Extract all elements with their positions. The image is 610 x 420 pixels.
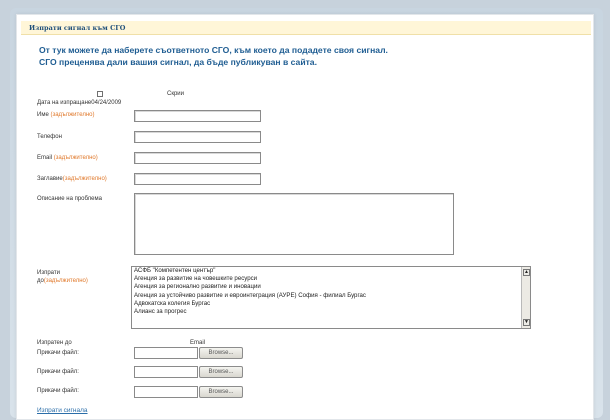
file-path-input-1[interactable] [134,347,198,359]
email-input[interactable] [134,152,261,164]
email-label: Email [37,155,53,161]
subject-input[interactable] [134,173,261,185]
submit-report-link[interactable]: Изпрати сигнала [37,407,88,414]
name-label: Име [37,112,49,118]
list-item[interactable]: Агенция за развитие на човешките ресурси [132,275,530,283]
description-textarea[interactable] [134,193,454,255]
date-row: Дата на изпращане04/24/2009 [37,99,121,107]
send-to-label-2: до [37,278,44,284]
list-item[interactable]: Адвокатска колегия Бургас [132,300,530,308]
phone-label: Телефон [37,134,62,140]
subject-label-wrap: Заглавие(задължително) [37,175,107,183]
subject-required: (задължително) [62,176,107,182]
name-label-wrap: Име (задължително) [37,111,95,119]
email-label-wrap: Email (задължително) [37,154,98,162]
email-column-label: Email [190,340,206,346]
listbox-scrollbar[interactable]: ▲ ▼ [521,267,530,328]
send-to-required: (задължително) [43,278,88,284]
file-path-input-3[interactable] [134,386,198,398]
name-required: (задължително) [50,112,95,118]
email-required: (задължително) [53,155,98,161]
file-path-input-2[interactable] [134,366,198,378]
scroll-down-icon[interactable]: ▼ [523,319,530,326]
attach-label-1: Прикачи файл: [37,350,79,356]
hide-label: Скрии [167,91,184,97]
organization-listbox[interactable]: АСФБ "Компетентен център" Агенция за раз… [131,266,531,329]
form-title: Изпрати сигнал към СГО [21,21,591,35]
sent-to-label: Изпратен до [37,340,72,346]
hide-checkbox[interactable] [97,91,103,97]
send-to-label-wrap: Изпрати до(задължително) [37,269,88,285]
list-item[interactable]: Агенция за регионално развитие и иноваци… [132,283,530,291]
date-value: 04/24/2009 [91,100,122,106]
browse-button-2[interactable]: Browse... [199,366,243,378]
list-item[interactable]: АСФБ "Компетентен център" [132,267,530,275]
intro-text: От тук можете да наберете съответното СГ… [39,45,579,68]
list-item[interactable]: Алианс за прогрес [132,308,530,316]
list-item[interactable]: Агенция за устойчиво развитие и евроинте… [132,292,530,300]
report-form-panel: Изпрати сигнал към СГО От тук можете да … [16,14,594,420]
date-label: Дата на изпращане [37,100,92,106]
phone-input[interactable] [134,131,261,143]
send-to-label: Изпрати [37,270,60,276]
name-input[interactable] [134,110,261,122]
intro-line-2: СГО преценява дали вашия сигнал, да бъде… [39,56,317,67]
attach-label-2: Прикачи файл: [37,369,79,375]
browse-button-3[interactable]: Browse... [199,386,243,398]
scroll-up-icon[interactable]: ▲ [523,269,530,276]
browse-button-1[interactable]: Browse... [199,347,243,359]
intro-line-1: От тук можете да наберете съответното СГ… [39,45,388,55]
attach-label-3: Прикачи файл: [37,388,79,394]
description-label: Описание на проблема [37,196,102,202]
subject-label: Заглавие [37,176,63,182]
